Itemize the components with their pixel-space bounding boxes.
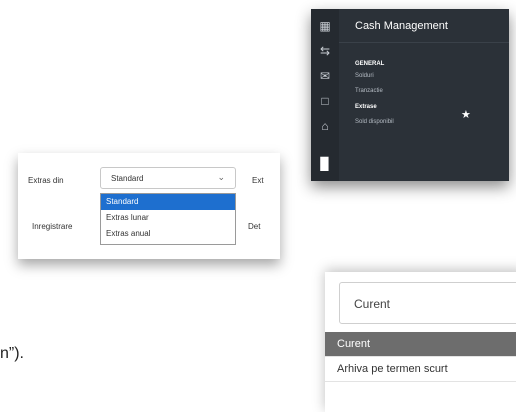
archive-select[interactable]: Curent [339, 282, 516, 324]
bank-icon[interactable]: ⌂ [318, 119, 332, 133]
nav-divider [339, 42, 509, 43]
nav-section-general: GENERAL [355, 61, 385, 67]
nav-item-extrase[interactable]: Extrase [355, 104, 377, 110]
option-extras-lunar[interactable]: Extras lunar [101, 210, 235, 226]
bar-chart-icon[interactable]: ▉ [318, 157, 332, 171]
nav-item-sold-disponibil[interactable]: Sold disponibil [355, 119, 394, 125]
transfer-icon[interactable]: ⇆ [318, 44, 332, 58]
star-icon[interactable]: ★ [461, 108, 471, 121]
dashboard-icon[interactable]: ▦ [318, 19, 332, 33]
option-curent[interactable]: Curent [325, 332, 516, 357]
archive-select-value: Curent [354, 297, 391, 311]
nav-item-solduri[interactable]: Solduri [355, 73, 374, 79]
option-arhiva-pe-termen-scurt[interactable]: Arhiva pe termen scurt [325, 357, 516, 382]
clipboard-icon[interactable]: □ [318, 94, 332, 108]
extras-select-value: Standard [111, 174, 144, 183]
nav-title: Cash Management [355, 20, 448, 32]
column-header-partial: Det [248, 222, 261, 231]
chevron-down-icon: ⌄ [217, 172, 225, 182]
cash-management-nav: ▦ ⇆ ✉ □ ⌂ ▉ Cash Management GENERAL Sold… [311, 9, 509, 181]
archive-options-list: Curent Arhiva pe termen scurt [325, 332, 516, 382]
archive-form: Curent Curent Arhiva pe termen scurt [325, 272, 516, 412]
nav-item-tranzactie[interactable]: Tranzactie [355, 88, 383, 94]
column-header-inregistrare: Inregistrare [32, 222, 73, 231]
icon-rail: ▦ ⇆ ✉ □ ⌂ ▉ [311, 9, 339, 181]
extras-options-list: Standard Extras lunar Extras anual [100, 193, 236, 245]
option-extras-anual[interactable]: Extras anual [101, 226, 235, 242]
option-standard[interactable]: Standard [101, 194, 235, 210]
extras-select[interactable]: Standard ⌄ [100, 167, 236, 189]
extras-din-label: Extras din [28, 176, 64, 185]
text-fragment: n”). [0, 345, 24, 362]
mail-icon[interactable]: ✉ [318, 69, 332, 83]
partial-label-right: Ext [252, 176, 264, 185]
extras-form: Extras din Standard ⌄ Ext Standard Extra… [18, 153, 280, 259]
